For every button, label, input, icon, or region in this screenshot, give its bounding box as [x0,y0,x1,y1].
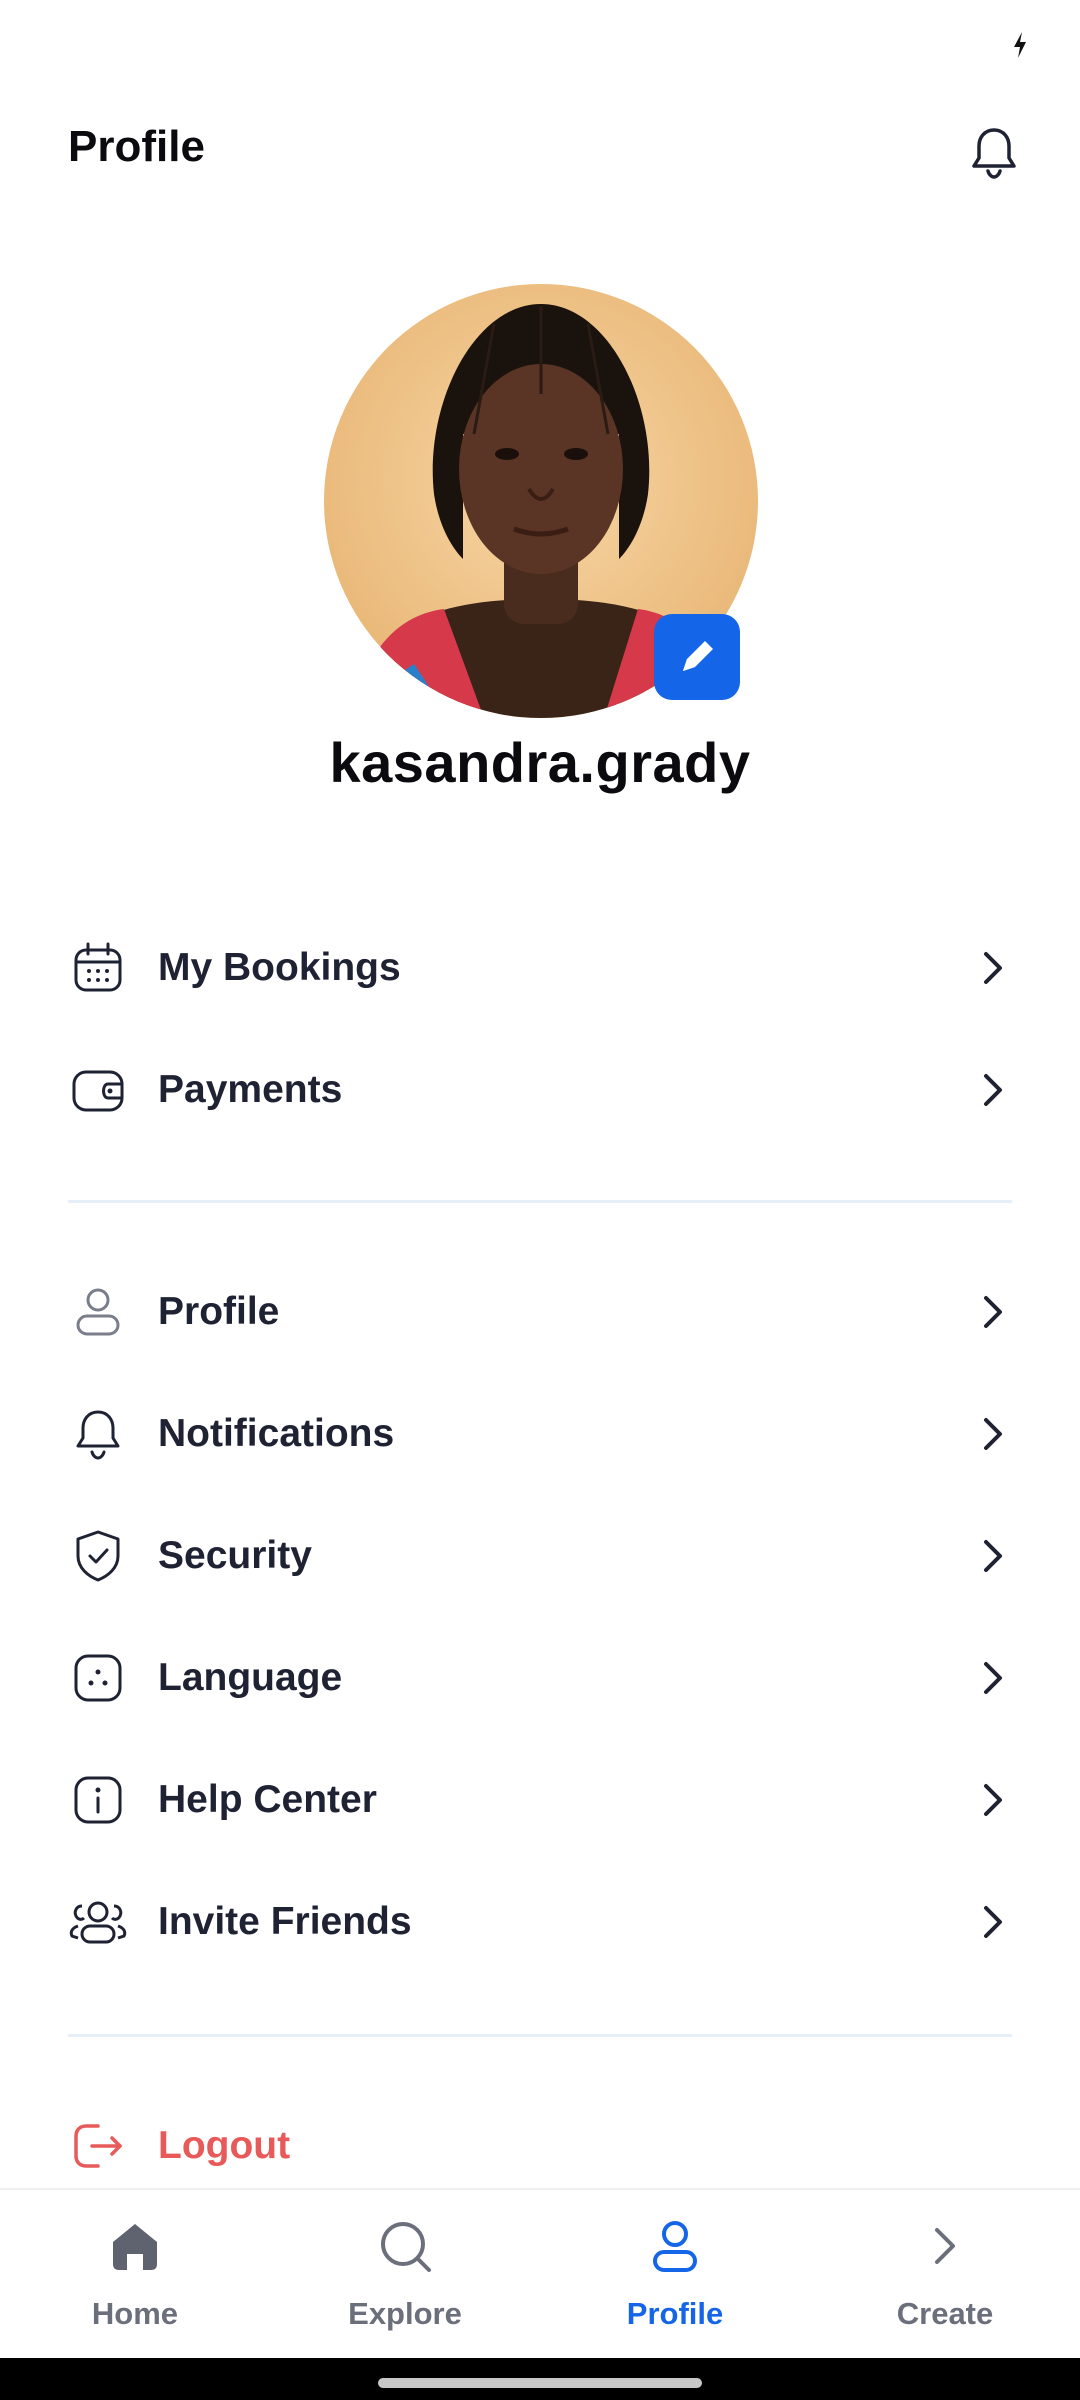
users-icon [69,1901,127,1944]
shield-check-icon [76,1530,120,1582]
menu-item-invite-friends[interactable]: Invite Friends [0,1872,1080,1972]
menu-item-language[interactable]: Language [0,1628,1080,1728]
nav-profile[interactable]: Profile [540,2190,810,2360]
menu-item-label: Language [158,1656,343,1699]
avatar-container [324,284,758,718]
nav-home[interactable]: Home [0,2190,270,2360]
nav-label: Home [91,2296,179,2331]
info-icon [74,1776,122,1824]
chevron-right-icon [984,1418,1002,1450]
nav-label: Profile [626,2296,724,2331]
logout-label: Logout [158,2124,291,2167]
menu-item-help-center[interactable]: Help Center [0,1750,1080,1850]
edit-avatar-button[interactable] [654,614,740,700]
nav-label: Explore [348,2296,462,2331]
menu-item-my-bookings[interactable]: My Bookings [0,918,1080,1018]
system-navigation-bar [0,2358,1080,2400]
menu-item-label: Payments [158,1068,343,1111]
user-icon [76,1288,120,1336]
section-divider [68,1200,1012,1203]
page-title: Profile [68,122,205,171]
chevron-right-icon [984,1074,1002,1106]
bell-icon [76,1410,120,1460]
chevron-right-icon [984,1662,1002,1694]
section-divider [68,2034,1012,2037]
menu-item-security[interactable]: Security [0,1506,1080,1606]
menu-item-label: Invite Friends [158,1900,412,1943]
bell-icon[interactable] [968,124,1020,180]
menu-item-notifications[interactable]: Notifications [0,1384,1080,1484]
menu-item-label: Help Center [158,1778,377,1821]
calendar-icon [74,942,122,992]
search-icon [381,2222,431,2272]
chevron-right-icon [984,952,1002,984]
nav-explore[interactable]: Explore [270,2190,540,2360]
chevron-right-icon [984,1906,1002,1938]
chevron-right-icon [984,1540,1002,1572]
chevron-right-icon [984,1296,1002,1328]
user-icon [653,2221,697,2272]
menu-item-profile[interactable]: Profile [0,1262,1080,1362]
chevron-right-icon [935,2228,955,2264]
menu-item-payments[interactable]: Payments [0,1040,1080,1140]
username: kasandra.grady [329,731,751,794]
home-icon [113,2224,157,2270]
menu-item-label: Profile [158,1290,280,1333]
menu-item-label: Notifications [158,1412,395,1455]
header: Profile [0,110,1080,190]
logout-icon [74,2124,122,2168]
logout-button[interactable]: Logout [0,2096,1080,2196]
bottom-navigation: Home Explore Profile Create [0,2188,1080,2358]
menu-item-label: Security [158,1534,312,1577]
language-icon [74,1654,122,1702]
nav-create[interactable]: Create [810,2190,1080,2360]
status-bar [0,0,1080,90]
chevron-right-icon [984,1784,1002,1816]
wallet-icon [72,1070,124,1112]
pencil-icon [683,641,713,671]
charging-icon [1014,32,1026,58]
nav-label: Create [896,2296,994,2331]
menu-item-label: My Bookings [158,946,401,989]
home-gesture-pill[interactable] [378,2378,702,2388]
